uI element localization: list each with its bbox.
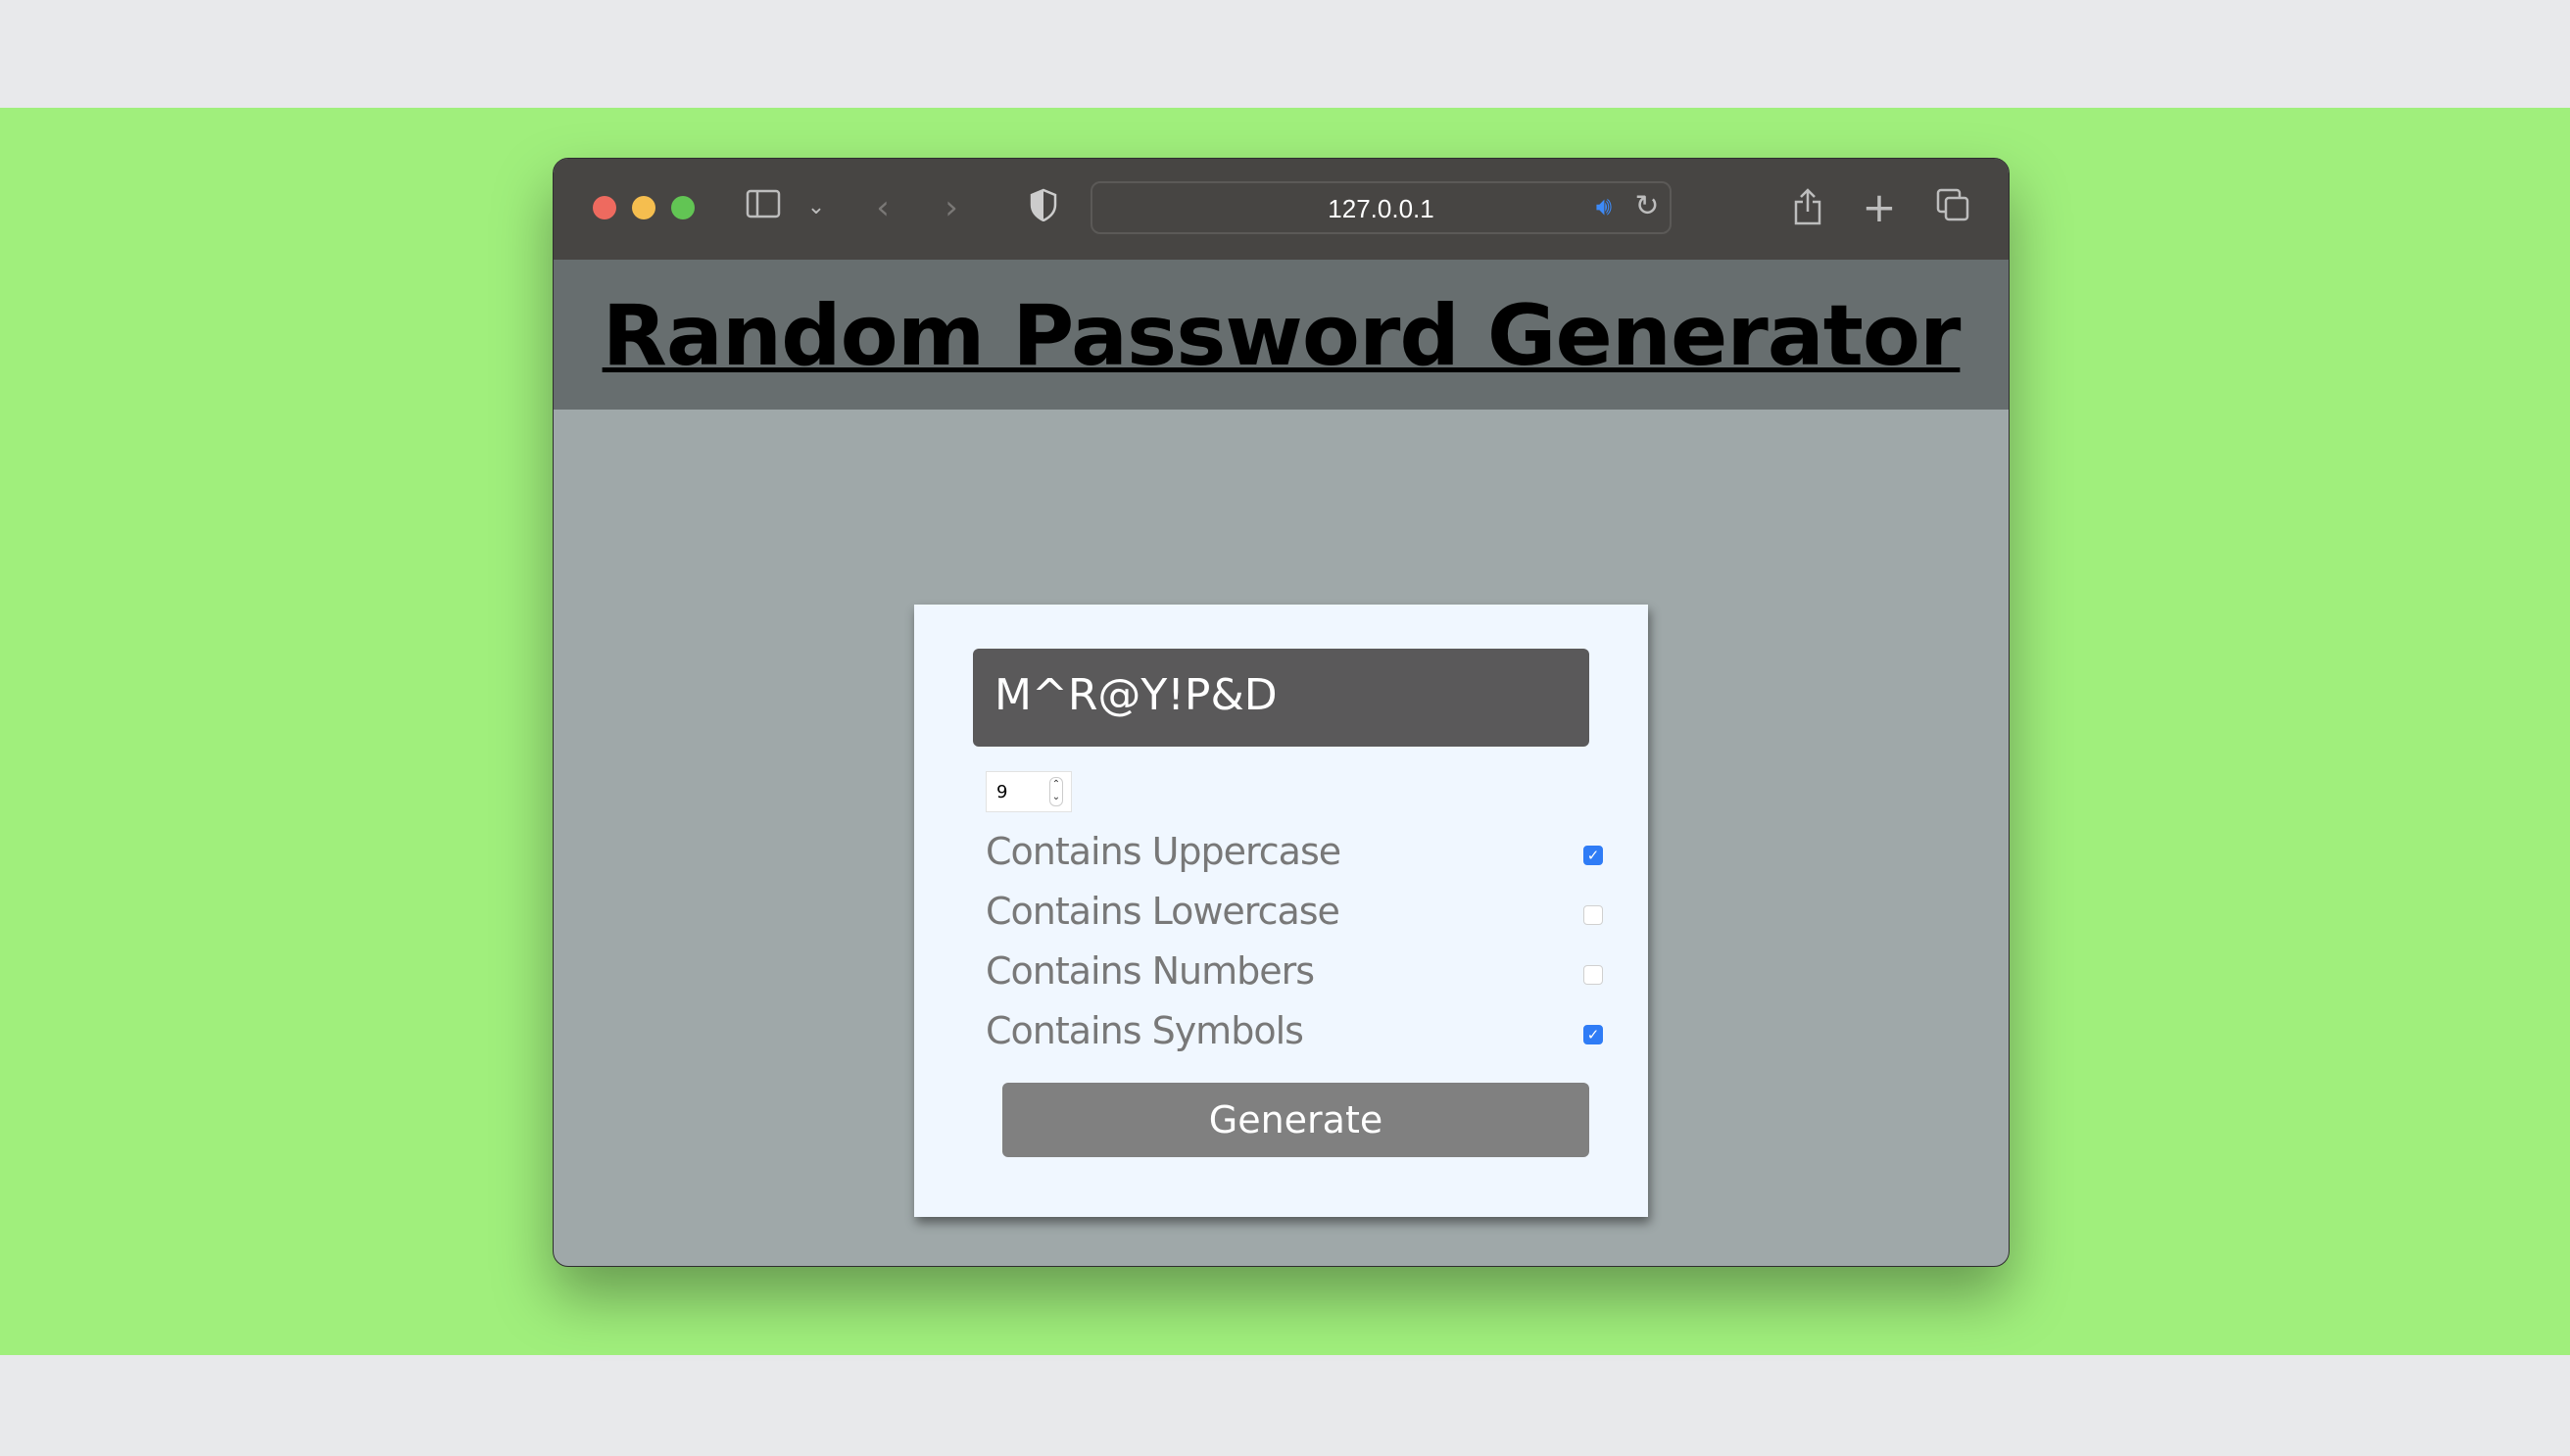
length-stepper[interactable]: 9 ⌃ ⌄ xyxy=(986,771,1072,812)
uppercase-checkbox[interactable]: ✓ xyxy=(1583,846,1603,865)
browser-window: ⌄ ‹ › 127.0.0.1 🔊︎ ↻ + Random Password G… xyxy=(553,158,2010,1267)
minimize-window-button[interactable] xyxy=(632,196,655,219)
close-window-button[interactable] xyxy=(593,196,616,219)
address-bar[interactable]: 127.0.0.1 🔊︎ ↻ xyxy=(1091,181,1672,234)
reload-icon[interactable]: ↻ xyxy=(1627,187,1667,226)
maximize-window-button[interactable] xyxy=(671,196,695,219)
sidebar-icon[interactable] xyxy=(744,188,783,227)
generator-card: M^R@Y!P&D 9 ⌃ ⌄ Contains Uppercase ✓ Cont… xyxy=(914,605,1648,1217)
length-value: 9 xyxy=(996,782,1008,802)
generate-button[interactable]: Generate xyxy=(1002,1083,1589,1157)
share-icon[interactable] xyxy=(1788,188,1827,234)
option-label: Contains Symbols xyxy=(986,1009,1304,1052)
plus-icon[interactable]: + xyxy=(1860,187,1899,228)
option-label: Contains Lowercase xyxy=(986,890,1340,933)
page-header: Random Password Generator xyxy=(554,260,2009,410)
numbers-checkbox[interactable] xyxy=(1583,965,1603,985)
browser-toolbar: ⌄ ‹ › 127.0.0.1 🔊︎ ↻ + xyxy=(554,159,2009,260)
forward-icon[interactable]: › xyxy=(932,188,971,227)
password-output[interactable]: M^R@Y!P&D xyxy=(973,649,1589,747)
shield-icon[interactable] xyxy=(1024,188,1063,230)
chevron-down-icon[interactable]: ⌄ xyxy=(797,188,836,227)
option-label: Contains Uppercase xyxy=(986,830,1341,873)
tabs-icon[interactable] xyxy=(1933,188,1972,230)
option-numbers: Contains Numbers xyxy=(986,949,1603,998)
option-symbols: Contains Symbols ✓ xyxy=(986,1009,1603,1058)
stepper-arrows[interactable]: ⌃ ⌄ xyxy=(1049,777,1063,806)
option-uppercase: Contains Uppercase ✓ xyxy=(986,830,1603,879)
option-lowercase: Contains Lowercase xyxy=(986,890,1603,939)
option-label: Contains Numbers xyxy=(986,949,1315,993)
page-title: Random Password Generator xyxy=(602,287,1962,385)
symbols-checkbox[interactable]: ✓ xyxy=(1583,1025,1603,1044)
url-text: 127.0.0.1 xyxy=(1328,194,1434,223)
speaker-icon[interactable]: 🔊︎ xyxy=(1584,187,1624,226)
back-icon[interactable]: ‹ xyxy=(863,188,902,227)
lowercase-checkbox[interactable] xyxy=(1583,905,1603,925)
